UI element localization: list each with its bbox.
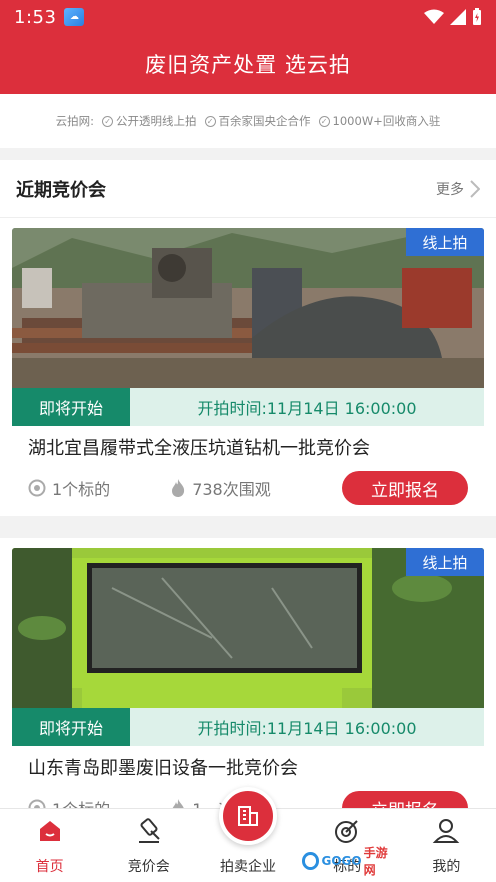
signup-button[interactable]: 立即报名 <box>342 791 468 808</box>
battery-icon <box>473 8 481 25</box>
more-link[interactable]: 更多 <box>436 179 480 199</box>
tagline-prefix: 云拍网: <box>55 114 95 128</box>
online-auction-badge: 线上拍 <box>406 548 484 576</box>
auction-card[interactable]: 线上拍 即将开始 开拍时间:11月14日 16:00:00 山东青岛即墨废旧设备… <box>12 548 484 808</box>
flame-icon <box>172 799 184 808</box>
tagline-item: ✓ 1000W+回收商入驻 <box>318 113 441 129</box>
bottom-tab-bar: 首页 竞价会 拍卖企业 标的 我的 <box>0 787 496 882</box>
app-notification-icon: ☁ <box>64 8 85 26</box>
auction-meta: 1个标的 738次围观 立即报名 <box>28 471 468 505</box>
status-icons <box>424 8 482 26</box>
tab-label: 竞价会 <box>127 859 170 875</box>
lot-count-label: 1个标的 <box>52 796 110 808</box>
tagline-bar: 云拍网: ✓ 公开透明线上拍 ✓ 百余家国央企合作 ✓ 1000W+回收商入驻 <box>0 94 496 148</box>
auction-image[interactable]: 线上拍 <box>12 548 484 708</box>
view-count-label: 738次围观 <box>192 480 271 499</box>
page-title: 废旧资产处置 选云拍 <box>145 53 351 77</box>
section-header: 近期竞价会 更多 <box>0 160 496 218</box>
chevron-right-icon <box>470 179 480 198</box>
online-auction-badge: 线上拍 <box>406 228 484 256</box>
tagline-item: ✓ 百余家国央企合作 <box>204 113 311 129</box>
status-time: 1:53 <box>14 6 57 28</box>
watermark-brand: GOGO <box>321 854 362 868</box>
auction-title[interactable]: 湖北宜昌履带式全液压坑道钻机一批竞价会 <box>28 434 370 460</box>
auction-title[interactable]: 山东青岛即墨废旧设备一批竞价会 <box>28 754 298 780</box>
wifi-icon <box>424 9 444 24</box>
tab-label: 拍卖企业 <box>220 859 276 875</box>
tab-profile[interactable]: 我的 <box>397 809 496 882</box>
tab-label: 我的 <box>432 859 461 875</box>
tab-companies[interactable]: 拍卖企业 <box>198 787 297 882</box>
tab-label: 首页 <box>35 859 64 875</box>
check-circle-icon: ✓ <box>318 115 330 127</box>
watermark-suffix: 手游网 <box>363 846 388 877</box>
tagline-item-label: 公开透明线上拍 <box>116 114 197 128</box>
gavel-icon <box>138 818 160 843</box>
tagline-item: ✓ 公开透明线上拍 <box>102 113 197 129</box>
check-circle-icon: ✓ <box>102 115 114 127</box>
tab-auctions[interactable]: 竞价会 <box>99 809 198 882</box>
status-bar: 1:53 ☁ <box>0 0 496 34</box>
user-icon <box>433 819 460 843</box>
app-header: 废旧资产处置 选云拍 <box>0 34 496 94</box>
target-icon <box>28 799 46 808</box>
building-icon <box>219 787 277 845</box>
status-strip: 即将开始 开拍时间:11月14日 16:00:00 <box>12 388 484 426</box>
more-label: 更多 <box>436 181 464 198</box>
status-badge: 即将开始 <box>12 388 130 426</box>
start-time: 开拍时间:11月14日 16:00:00 <box>130 388 484 426</box>
auction-image[interactable]: 线上拍 <box>12 228 484 388</box>
status-strip: 即将开始 开拍时间:11月14日 16:00:00 <box>12 708 484 746</box>
start-time: 开拍时间:11月14日 16:00:00 <box>130 708 484 746</box>
tagline-item-label: 1000W+回收商入驻 <box>332 114 441 128</box>
tagline-item-label: 百余家国央企合作 <box>218 114 311 128</box>
watermark-logo: GOGO 手游网 <box>302 846 398 877</box>
target-icon <box>28 479 46 497</box>
lot-count-label: 1个标的 <box>52 480 111 499</box>
auction-card[interactable]: 线上拍 即将开始 开拍时间:11月14日 16:00:00 湖北宜昌履带式全液压… <box>12 228 484 516</box>
lot-count: 1个标的 <box>28 796 110 808</box>
target-icon <box>335 820 358 843</box>
signup-button[interactable]: 立即报名 <box>342 471 468 505</box>
lot-count: 1个标的 <box>28 476 110 500</box>
check-circle-icon: ✓ <box>204 115 216 127</box>
view-count: 738次围观 <box>170 476 271 500</box>
status-badge: 即将开始 <box>12 708 130 746</box>
signal-icon <box>450 9 466 25</box>
tab-home[interactable]: 首页 <box>0 809 99 882</box>
auction-card-container: 线上拍 即将开始 开拍时间:11月14日 16:00:00 湖北宜昌履带式全液压… <box>0 218 496 516</box>
auction-card-container: 线上拍 即将开始 开拍时间:11月14日 16:00:00 山东青岛即墨废旧设备… <box>0 538 496 808</box>
section-title: 近期竞价会 <box>16 179 106 201</box>
flame-icon <box>172 479 185 497</box>
home-icon <box>39 821 60 841</box>
